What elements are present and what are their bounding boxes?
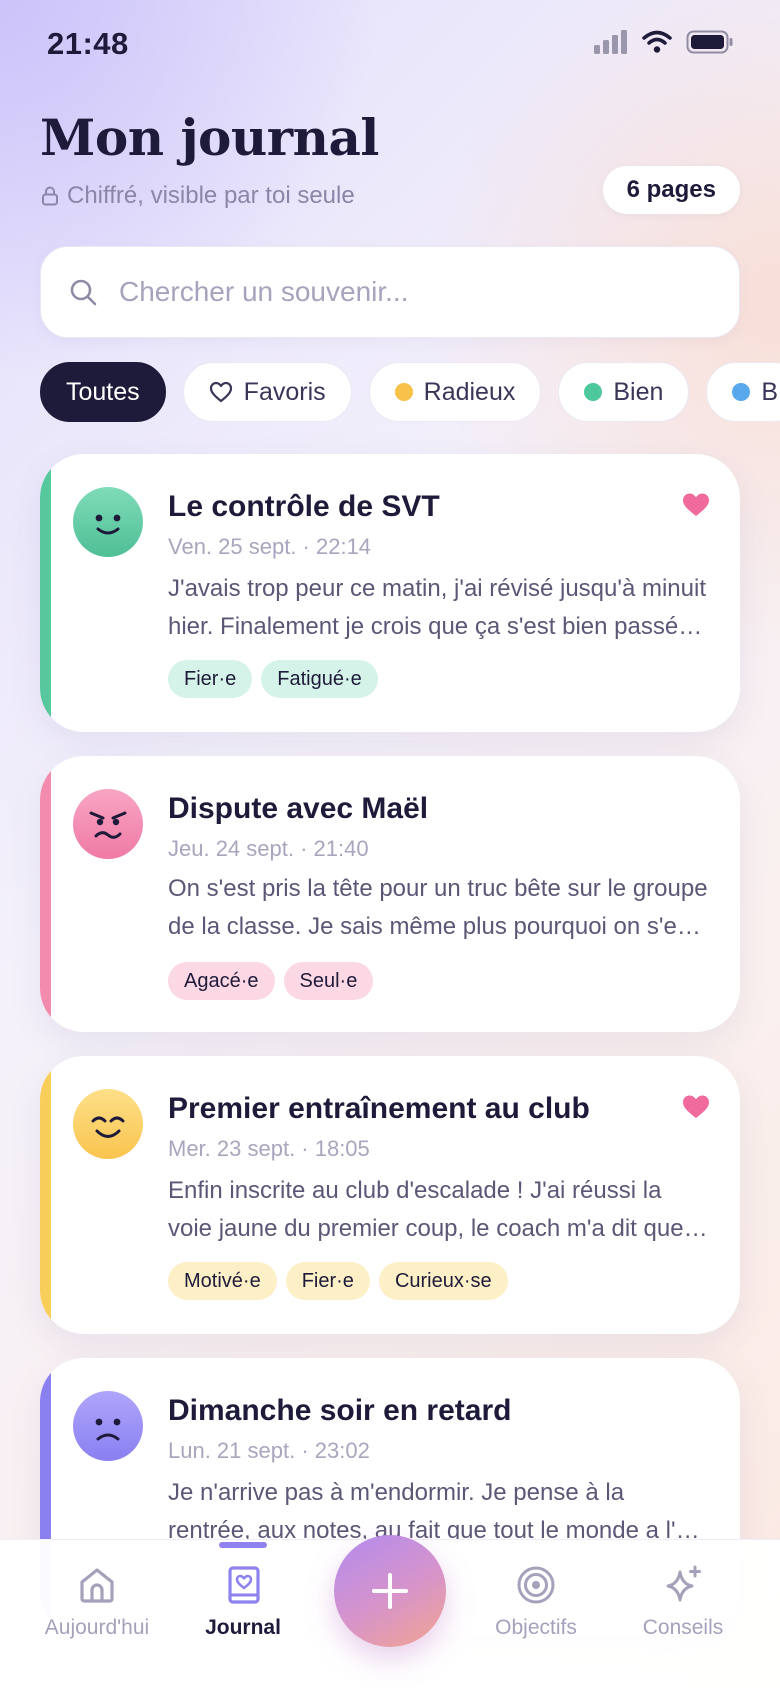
entry-excerpt: Enfin inscrite au club d'escalade ! J'ai… (168, 1177, 684, 1242)
heart-outline-icon (209, 381, 232, 403)
nav-item-journal[interactable]: Journal (168, 1564, 318, 1640)
emotion-tag: Fier·e (285, 1262, 370, 1300)
status-icons (594, 30, 734, 54)
target-icon (517, 1566, 555, 1604)
filter-chip-more[interactable]: B (706, 362, 780, 422)
chip-label: B (761, 377, 779, 406)
filter-chip-radieux[interactable]: Radieux (368, 362, 542, 422)
wifi-icon (642, 30, 672, 53)
entry-excerpt: On s'est pris la tête pour un truc bête … (168, 875, 708, 940)
nav-label: Objectifs (495, 1616, 577, 1639)
nav-item-conseils[interactable]: Conseils (608, 1564, 758, 1640)
active-tab-indicator (219, 1542, 267, 1548)
filter-chip-favoris[interactable]: Favoris (182, 362, 352, 422)
journal-entry-card[interactable]: Le contrôle de SVT Ven. 25 sept. · 22:14… (40, 454, 740, 732)
chip-label: Bien (613, 377, 664, 406)
search-input[interactable] (119, 276, 679, 308)
nav-label: Aujourd'hui (44, 1616, 150, 1639)
happy-face-icon (73, 487, 143, 557)
mood-accent-bar (40, 756, 51, 1032)
angry-face-icon (73, 789, 143, 859)
entry-excerpt: J'avais trop peur ce matin, j'ai révisé … (168, 575, 706, 640)
page-title: Mon journal (40, 108, 379, 167)
entry-title: Dispute avec Maël (168, 792, 429, 825)
mood-accent-bar (40, 1056, 51, 1334)
filter-chip-bien[interactable]: Bien (558, 362, 690, 422)
filter-chips: Toutes Favoris Radieux Bien B (40, 362, 780, 422)
entry-date: Ven. 25 sept. · 22:14 (168, 534, 372, 559)
emotion-tag: Curieux·se (378, 1262, 508, 1300)
mood-dot-icon (584, 383, 603, 401)
entry-title: Le contrôle de SVT (168, 490, 440, 523)
mood-dot-icon (732, 383, 751, 401)
chip-label: Toutes (66, 377, 140, 406)
entry-tags: Fier·e Fatigué·e (168, 660, 378, 698)
lock-icon (42, 186, 58, 206)
joyful-face-icon (73, 1089, 143, 1159)
entry-date: Jeu. 24 sept. · 21:40 (168, 836, 369, 861)
nav-label: Journal (205, 1616, 281, 1639)
emotion-tag: Agacé·e (168, 962, 275, 1000)
sparkle-icon (666, 1565, 701, 1602)
emotion-tag: Seul·e (283, 962, 374, 1000)
chip-label: Radieux (423, 377, 516, 406)
emotion-tag: Motivé·e (168, 1262, 277, 1300)
entry-tags: Motivé·e Fier·e Curieux·se (168, 1262, 508, 1300)
entry-title: Premier entraînement au club (168, 1092, 590, 1125)
favorite-heart-icon[interactable] (682, 1094, 710, 1120)
new-entry-button[interactable] (334, 1535, 446, 1647)
journal-entry-card[interactable]: Dispute avec Maël Jeu. 24 sept. · 21:40 … (40, 756, 740, 1032)
mood-accent-bar (40, 454, 51, 732)
search-icon (70, 279, 97, 306)
journal-icon (228, 1566, 260, 1604)
entry-title: Dimanche soir en retard (168, 1394, 512, 1427)
emotion-tag: Fier·e (168, 660, 253, 698)
status-time: 21:48 (47, 26, 129, 61)
privacy-subtitle: Chiffré, visible par toi seule (41, 182, 355, 210)
plus-icon (372, 1573, 408, 1609)
entry-date: Mer. 23 sept. · 18:05 (168, 1136, 370, 1161)
filter-chip-toutes[interactable]: Toutes (40, 362, 166, 422)
sad-face-icon (73, 1391, 143, 1461)
nav-label: Conseils (642, 1616, 724, 1639)
mood-dot-icon (394, 383, 413, 401)
chip-label: Favoris (243, 377, 326, 406)
journal-entry-card[interactable]: Premier entraînement au club Mer. 23 sep… (40, 1056, 740, 1334)
home-icon (80, 1568, 114, 1603)
entry-tags: Agacé·e Seul·e (168, 962, 374, 1000)
search-bar[interactable] (40, 246, 740, 338)
nav-item-objectifs[interactable]: Objectifs (461, 1564, 611, 1640)
battery-icon (686, 30, 733, 54)
status-bar: 21:48 (0, 0, 780, 90)
pages-count-badge: 6 pages (602, 166, 740, 214)
signal-icon (594, 30, 627, 54)
subtitle-text: Chiffré, visible par toi seule (67, 182, 355, 209)
nav-item-aujourdhui[interactable]: Aujourd'hui (22, 1564, 172, 1640)
entry-date: Lun. 21 sept. · 23:02 (168, 1438, 370, 1463)
emotion-tag: Fatigué·e (261, 660, 378, 698)
favorite-heart-icon[interactable] (682, 492, 710, 518)
